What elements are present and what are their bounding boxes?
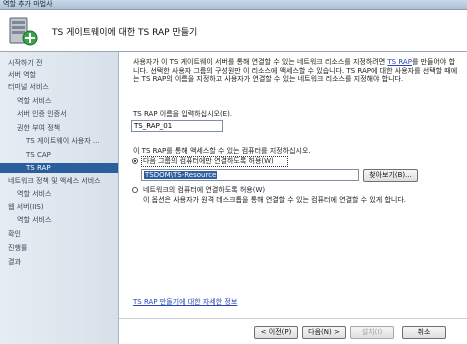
sidebar-item-before-you-begin[interactable]: 시작하기 전 [8,58,42,68]
page-title: TS 게이트웨이에 대한 TS RAP 만들기 [52,28,198,38]
sidebar-item-iis-role-services[interactable]: 역할 서비스 [17,215,51,225]
wizard-sidebar: 시작하기 전 서버 역할 터미널 서비스 역할 서비스 서버 인증 인증서 권한… [0,52,119,344]
intro-text: 사용자가 이 TS 게이트웨이 서버를 통해 연결할 수 있는 네트워크 리소스… [133,58,461,84]
option-group-label[interactable]: 다음 그룹의 컴퓨터에만 연결하도록 허용(W) [143,157,274,166]
radio-any-computer[interactable] [132,187,138,193]
sidebar-item-web-server[interactable]: 웹 서버(IIS) [8,202,44,212]
sidebar-item-authorization-policy[interactable]: 권한 부여 정책 [17,123,60,133]
sidebar-item-nps[interactable]: 네트워크 정책 및 액세스 서비스 [8,176,101,186]
sidebar-item-role-services[interactable]: 역할 서비스 [17,96,51,106]
sidebar-item-confirmation[interactable]: 확인 [8,229,21,239]
sidebar-item-ts-gateway-users[interactable]: TS 게이트웨이 사용자 ... [26,136,100,146]
sidebar-item-ts-rap[interactable]: TS RAP [0,163,118,173]
radio-group-computers[interactable] [132,158,138,164]
title-bar: 역할 추가 마법사 [0,0,467,10]
sidebar-item-server-certificate[interactable]: 서버 인증 인증서 [17,109,67,119]
computers-label: 이 TS RAP를 통해 액세스할 수 있는 컴퓨터를 지정하십시오. [133,147,311,155]
sidebar-item-terminal-services[interactable]: 터미널 서비스 [8,82,49,92]
window-title: 역할 추가 마법사 [3,0,53,8]
footer-separator [119,318,467,319]
sidebar-item-progress[interactable]: 진행률 [8,243,27,253]
sidebar-item-server-roles[interactable]: 서버 역할 [8,70,36,80]
cancel-button[interactable]: 취소 [402,326,446,339]
option-any-note: 이 옵션은 사용자가 원격 데스크톱을 통해 연결할 수 있는 컴퓨터에 연결할… [143,196,406,204]
server-add-icon [9,17,38,46]
rap-name-input[interactable]: TS_RAP_01 [131,120,223,132]
ts-rap-link[interactable]: TS RAP [387,58,412,66]
back-button[interactable]: < 이전(P) [254,326,298,339]
sidebar-item-ts-cap[interactable]: TS CAP [26,150,51,160]
sidebar-item-nps-role-services[interactable]: 역할 서비스 [17,189,51,199]
next-button[interactable]: 다음(N) > [302,326,346,339]
sidebar-item-results[interactable]: 결과 [8,257,21,267]
help-link[interactable]: TS RAP 만들기에 대한 자세한 정보 [133,298,237,307]
browse-button[interactable]: 찾아보기(B)... [363,169,418,182]
wizard-content: 사용자가 이 TS 게이트웨이 서버를 통해 연결할 수 있는 네트워크 리소스… [119,52,467,344]
computer-group-field[interactable]: TSDOM\TS-Resource [141,169,359,181]
rap-name-label: TS RAP 이름을 입력하십시오(E). [133,110,233,118]
computer-group-value: TSDOM\TS-Resource [144,171,218,179]
wizard-header: TS 게이트웨이에 대한 TS RAP 만들기 [0,10,467,52]
intro-text-start: 사용자가 이 TS 게이트웨이 서버를 통해 연결할 수 있는 네트워크 리소스… [133,58,388,66]
install-button[interactable]: 설치(I) [350,326,394,339]
option-any-label[interactable]: 네트워크의 컴퓨터에 연결하도록 허용(W) [143,186,265,195]
